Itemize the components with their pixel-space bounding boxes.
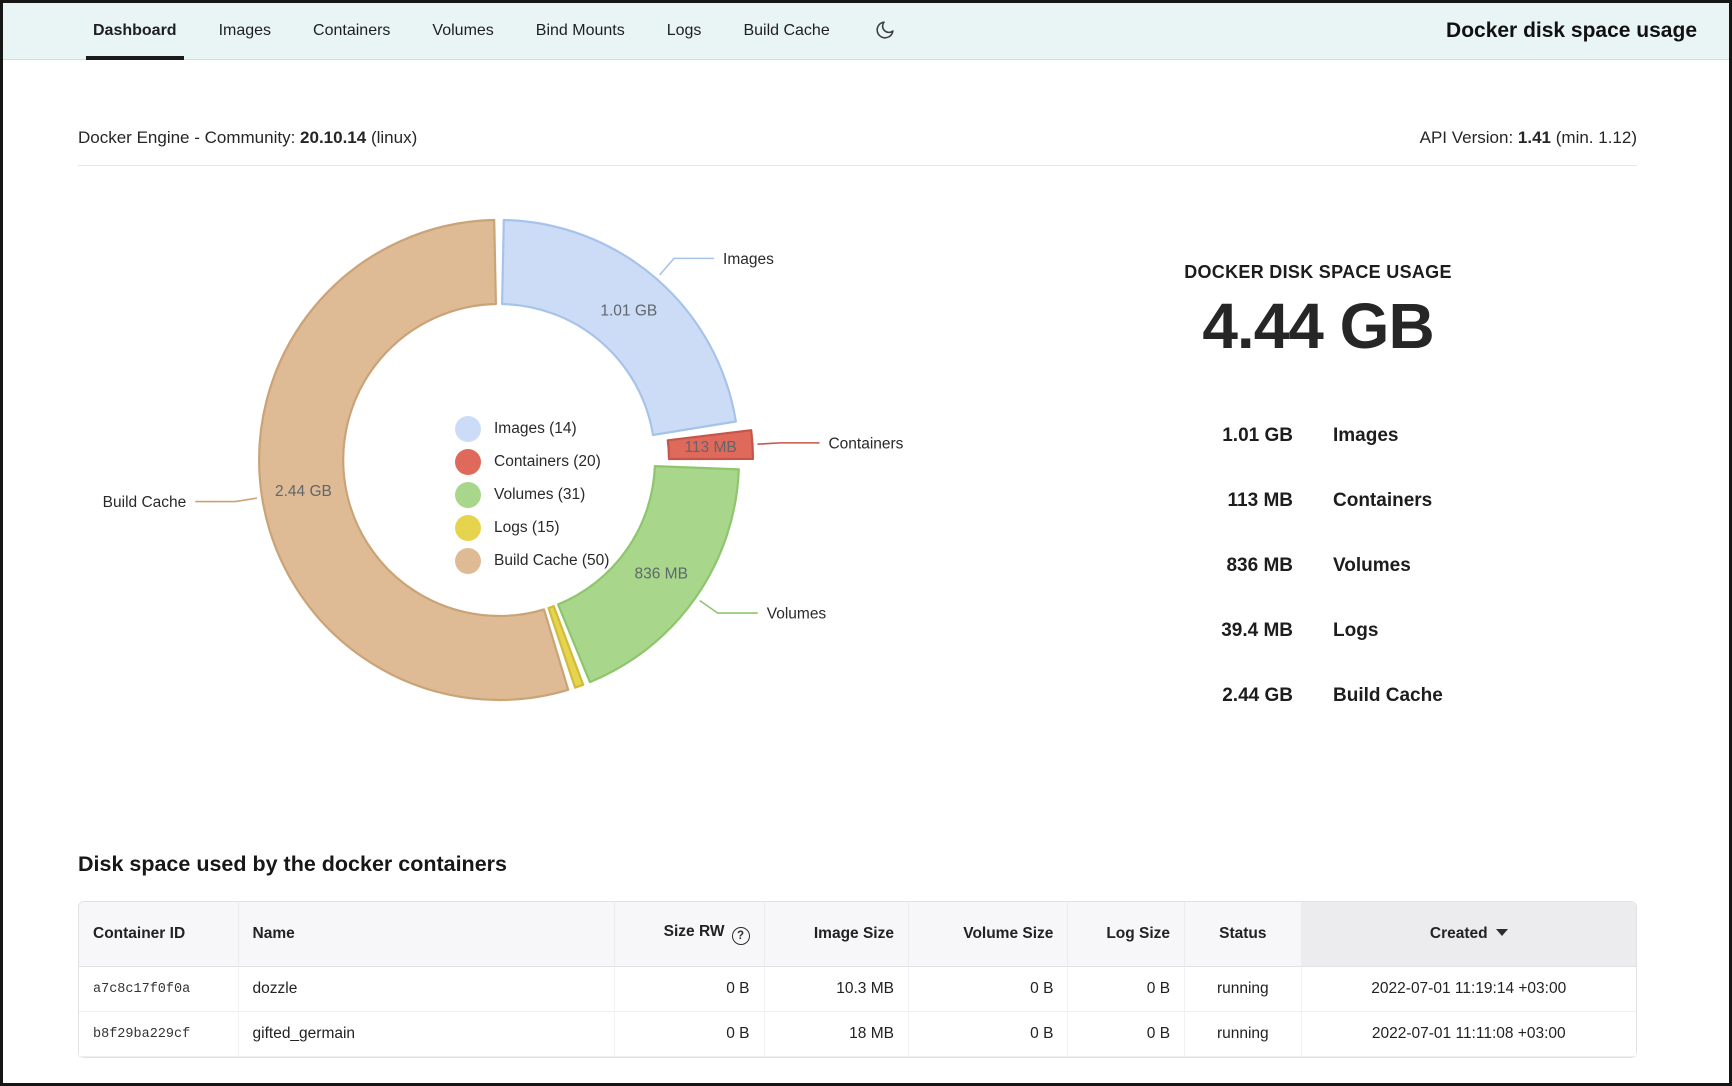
column-header-volume-size[interactable]: Volume Size <box>909 902 1068 967</box>
tab-logs[interactable]: Logs <box>667 3 702 59</box>
cell-created: 2022-07-01 11:19:14 +03:00 <box>1302 967 1636 1012</box>
summary-row: 39.4 MB Logs <box>1123 598 1513 663</box>
summary-row: 1.01 GB Images <box>1123 403 1513 468</box>
slice-value-label: 2.44 GB <box>275 483 332 500</box>
cell-status: running <box>1185 967 1301 1012</box>
cell-volume-size: 0 B <box>909 967 1068 1012</box>
table-row: a7c8c17f0f0adozzle0 B10.3 MB0 B0 Brunnin… <box>79 967 1636 1012</box>
legend-item-build-cache[interactable]: Build Cache (50) <box>455 544 609 577</box>
cell-container-id: a7c8c17f0f0a <box>79 967 239 1012</box>
legend-item-logs[interactable]: Logs (15) <box>455 511 609 544</box>
summary-list: 1.01 GB Images 113 MB Containers 836 MB … <box>1123 403 1513 728</box>
legend-item-containers[interactable]: Containers (20) <box>455 445 609 478</box>
cell-created: 2022-07-01 11:11:08 +03:00 <box>1302 1012 1636 1057</box>
tab-images[interactable]: Images <box>219 3 271 59</box>
column-header-image-size[interactable]: Image Size <box>765 902 909 967</box>
cell-log-size: 0 B <box>1068 967 1185 1012</box>
summary-label: Logs <box>1333 620 1378 642</box>
top-nav: Dashboard Images Containers Volumes Bind Mou… <box>3 3 1729 60</box>
cell-size-rw: 0 B <box>615 967 765 1012</box>
sort-desc-icon <box>1496 929 1508 936</box>
engine-version-text: Docker Engine - Community: 20.10.14 (lin… <box>78 128 417 148</box>
slice-value-label: 113 MB <box>684 439 736 456</box>
summary-size: 2.44 GB <box>1123 685 1293 707</box>
summary-row: 2.44 GB Build Cache <box>1123 663 1513 728</box>
cell-name: dozzle <box>239 967 615 1012</box>
column-header-size-rw[interactable]: Size RW? <box>615 902 765 967</box>
legend-swatch <box>455 449 481 475</box>
chart-legend: Images (14) Containers (20) Volumes (31)… <box>455 412 609 577</box>
callout-label-containers: Containers <box>828 435 903 452</box>
moon-icon <box>874 19 896 44</box>
containers-table-heading: Disk space used by the docker containers <box>78 852 1637 877</box>
summary-row: 113 MB Containers <box>1123 468 1513 533</box>
table-row: b8f29ba229cfgifted_germain0 B18 MB0 B0 B… <box>79 1012 1636 1057</box>
app-title: Docker disk space usage <box>1446 19 1697 43</box>
legend-swatch <box>455 416 481 442</box>
column-header-status[interactable]: Status <box>1185 902 1301 967</box>
cell-name: gifted_germain <box>239 1012 615 1057</box>
donut-slice-images[interactable] <box>502 220 736 435</box>
summary-label: Images <box>1333 425 1398 447</box>
tab-dashboard[interactable]: Dashboard <box>93 3 177 59</box>
callout-line <box>758 443 820 444</box>
table-header-row: Container IDNameSize RW?Image SizeVolume… <box>79 902 1636 967</box>
cell-size-rw: 0 B <box>615 1012 765 1057</box>
summary-title: DOCKER DISK SPACE USAGE <box>1123 262 1513 283</box>
engine-info-row: Docker Engine - Community: 20.10.14 (lin… <box>78 128 1637 148</box>
cell-status: running <box>1185 1012 1301 1057</box>
containers-table: Container IDNameSize RW?Image SizeVolume… <box>78 901 1637 1058</box>
column-header-name[interactable]: Name <box>239 902 615 967</box>
column-header-log-size[interactable]: Log Size <box>1068 902 1185 967</box>
help-icon[interactable]: ? <box>732 927 750 945</box>
cell-log-size: 0 B <box>1068 1012 1185 1057</box>
callout-label-build-cache: Build Cache <box>103 494 187 511</box>
callout-line <box>700 600 758 613</box>
summary-label: Containers <box>1333 490 1432 512</box>
tab-containers[interactable]: Containers <box>313 3 390 59</box>
slice-value-label: 1.01 GB <box>600 302 657 319</box>
summary-row: 836 MB Volumes <box>1123 533 1513 598</box>
summary-size: 836 MB <box>1123 555 1293 577</box>
column-header-container-id[interactable]: Container ID <box>79 902 239 967</box>
slice-value-label: 836 MB <box>634 566 687 583</box>
summary-label: Build Cache <box>1333 685 1443 707</box>
legend-item-volumes[interactable]: Volumes (31) <box>455 478 609 511</box>
callout-line <box>660 258 714 275</box>
nav-tabs: Dashboard Images Containers Volumes Bind Mou… <box>93 3 830 59</box>
theme-toggle-button[interactable] <box>874 19 896 44</box>
legend-swatch <box>455 482 481 508</box>
tab-bind-mounts[interactable]: Bind Mounts <box>536 3 625 59</box>
usage-summary-panel: DOCKER DISK SPACE USAGE 4.44 GB 1.01 GB … <box>1123 262 1513 728</box>
column-header-created[interactable]: Created <box>1302 902 1636 967</box>
callout-line <box>195 498 257 501</box>
app-window: Dashboard Images Containers Volumes Bind Mou… <box>0 0 1732 1086</box>
callout-label-images: Images <box>723 251 774 268</box>
api-version-text: API Version: 1.41 (min. 1.12) <box>1420 128 1637 148</box>
legend-swatch <box>455 515 481 541</box>
tab-volumes[interactable]: Volumes <box>432 3 493 59</box>
legend-swatch <box>455 548 481 574</box>
summary-size: 113 MB <box>1123 490 1293 512</box>
disk-usage-chart-section: 1.01 GB Images 113 MB Containers 836 MB Volum… <box>78 166 1637 734</box>
summary-total: 4.44 GB <box>1123 289 1513 363</box>
cell-volume-size: 0 B <box>909 1012 1068 1057</box>
tab-build-cache[interactable]: Build Cache <box>743 3 829 59</box>
summary-label: Volumes <box>1333 555 1411 577</box>
callout-label-volumes: Volumes <box>767 606 827 623</box>
cell-container-id: b8f29ba229cf <box>79 1012 239 1057</box>
cell-image-size: 18 MB <box>765 1012 909 1057</box>
summary-size: 1.01 GB <box>1123 425 1293 447</box>
summary-size: 39.4 MB <box>1123 620 1293 642</box>
table-body: a7c8c17f0f0adozzle0 B10.3 MB0 B0 Brunnin… <box>79 967 1636 1057</box>
legend-item-images[interactable]: Images (14) <box>455 412 609 445</box>
cell-image-size: 10.3 MB <box>765 967 909 1012</box>
